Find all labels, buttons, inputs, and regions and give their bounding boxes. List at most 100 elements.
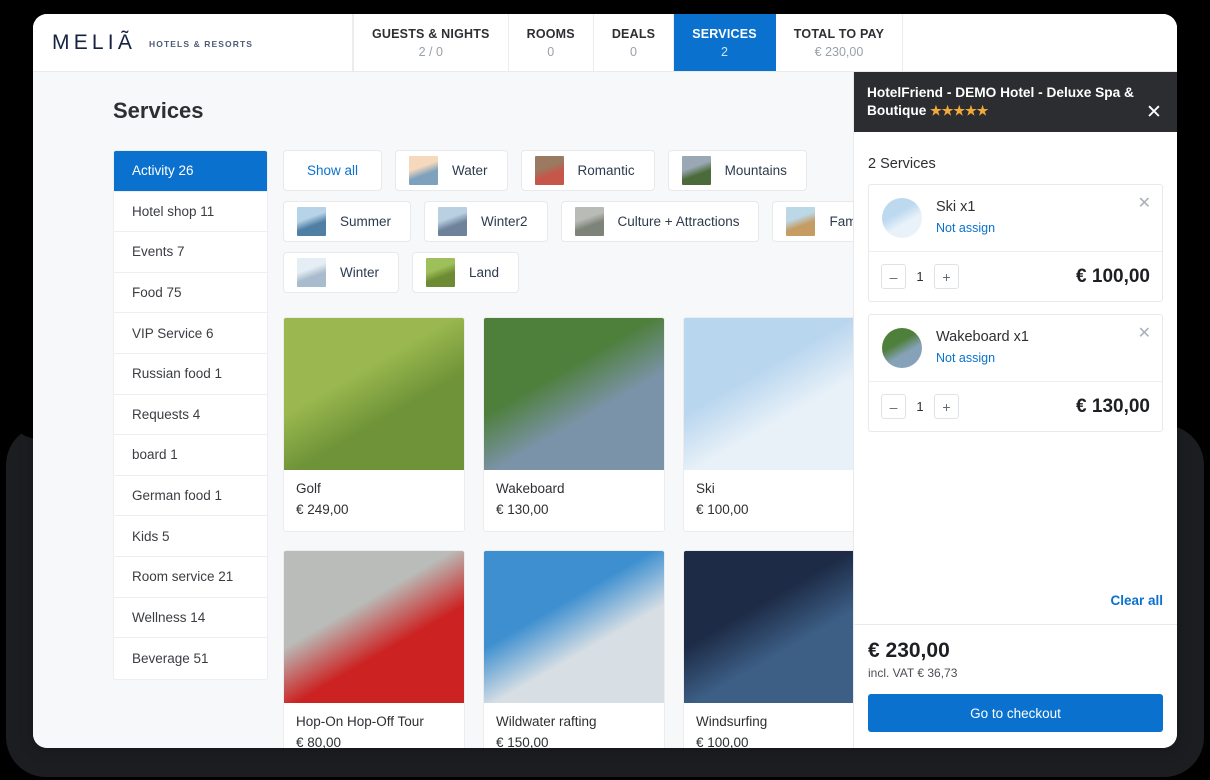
category-item[interactable]: Room service 21 — [114, 557, 267, 598]
service-price: € 130,00 — [496, 502, 549, 517]
cart-item-text: Ski x1 Not assign — [936, 198, 995, 235]
culture-thumb — [574, 207, 604, 236]
tab-value: 2 — [721, 44, 728, 59]
ski-photo — [684, 318, 853, 470]
winter-thumb — [297, 258, 326, 287]
booking-summary-tabs: GUESTS & NIGHTS 2 / 0 ROOMS 0 DEALS 0 SERVICES… — [353, 14, 904, 71]
increase-quantity-button[interactable]: + — [934, 264, 959, 289]
category-item[interactable]: Kids 5 — [114, 516, 267, 557]
service-card-grid: Golf € 249,00 Wakeboard € 130,00 Ski € 100,00… — [283, 317, 853, 748]
mountains-thumb — [681, 156, 711, 185]
service-name: Windsurfing — [696, 714, 768, 729]
remove-item-icon[interactable]: ✕ — [1138, 196, 1151, 212]
filter-chip[interactable]: Mountains — [667, 150, 807, 191]
clear-all-button[interactable]: Clear all — [1110, 593, 1163, 608]
category-item[interactable]: board 1 — [114, 435, 267, 476]
go-to-checkout-button[interactable]: Go to checkout — [868, 694, 1163, 732]
tab-label: ROOMS — [526, 26, 575, 41]
page-title: Services — [113, 98, 204, 123]
category-item[interactable]: Requests 4 — [114, 395, 267, 436]
service-card-meta: Ski € 100,00 — [684, 470, 853, 531]
remove-item-icon[interactable]: ✕ — [1138, 326, 1151, 342]
service-price: € 100,00 — [696, 735, 749, 748]
brand-logo[interactable]: MELIÃ HOTELS & RESORTS — [33, 14, 353, 71]
category-item[interactable]: Wellness 14 — [114, 598, 267, 639]
service-card[interactable]: Hop-On Hop-Off Tour € 80,00 — [283, 550, 465, 748]
category-item[interactable]: Food 75 — [114, 273, 267, 314]
assign-guest-link[interactable]: Not assign — [936, 221, 995, 235]
quantity-stepper: –1 + — [881, 394, 959, 419]
star-rating-icon: ★★★★★ — [930, 103, 989, 118]
service-name: Ski — [696, 481, 715, 496]
category-item[interactable]: Hotel shop 11 — [114, 192, 267, 233]
winter-thumb — [438, 207, 468, 236]
increase-quantity-button[interactable]: + — [934, 394, 959, 419]
category-item[interactable]: Beverage 51 — [114, 638, 267, 679]
filter-chip-label: Water — [452, 163, 488, 178]
golf-photo — [284, 318, 464, 470]
category-item[interactable]: Activity 26 — [114, 151, 267, 192]
cart-item: Ski x1 Not assign ✕ –1 + € 100,00 — [868, 184, 1163, 302]
filter-chip[interactable]: Summer — [283, 201, 412, 242]
category-item[interactable]: Events 7 — [114, 232, 267, 273]
tab-value: 0 — [630, 44, 637, 59]
filter-chip-label: Culture + Attractions — [617, 214, 740, 229]
tab-label: GUESTS & NIGHTS — [372, 26, 490, 41]
service-card[interactable]: Ski € 100,00 — [683, 317, 853, 532]
service-card[interactable]: Wakeboard € 130,00 — [483, 317, 665, 532]
top-header: MELIÃ HOTELS & RESORTS GUESTS & NIGHTS 2 … — [33, 14, 1177, 72]
cart-item-header: Wakeboard x1 Not assign ✕ — [869, 315, 1162, 382]
cart-item-header: Ski x1 Not assign ✕ — [869, 185, 1162, 252]
filter-chip-row: Show all Water Romantic Mountains Summer Wint… — [283, 150, 853, 293]
brand-tagline: HOTELS & RESORTS — [149, 39, 254, 49]
service-name: Hop-On Hop-Off Tour — [296, 714, 424, 729]
filter-chip[interactable]: Romantic — [520, 150, 655, 191]
tab-rooms[interactable]: ROOMS 0 — [509, 14, 594, 71]
service-card[interactable]: Golf € 249,00 — [283, 317, 465, 532]
cart-vat: incl. VAT € 36,73 — [868, 666, 958, 680]
main-content: Services Activity 26 Hotel shop 11 Events … — [33, 72, 853, 748]
cart-footer: € 230,00 incl. VAT € 36,73 Go to checkou… — [854, 624, 1177, 748]
filter-chip[interactable]: Family — [772, 201, 853, 242]
assign-guest-link[interactable]: Not assign — [936, 351, 1029, 365]
filter-chip[interactable]: Winter2 — [424, 201, 548, 242]
category-item[interactable]: Russian food 1 — [114, 354, 267, 395]
close-icon[interactable]: ✕ — [1145, 103, 1163, 122]
cart-item-text: Wakeboard x1 Not assign — [936, 328, 1029, 365]
tab-value: € 230,00 — [814, 44, 864, 59]
filter-chip[interactable]: Culture + Attractions — [560, 201, 760, 242]
content-columns: Activity 26 Hotel shop 11 Events 7 Food 75 V… — [33, 150, 853, 748]
cart-item-price: € 100,00 — [1076, 265, 1150, 287]
service-card[interactable]: Wildwater rafting € 150,00 — [483, 550, 665, 748]
filter-chip-label: Winter2 — [481, 214, 528, 229]
tab-label: SERVICES — [692, 26, 757, 41]
service-name: Wildwater rafting — [496, 714, 597, 729]
category-item[interactable]: German food 1 — [114, 476, 267, 517]
tab-total-to-pay[interactable]: TOTAL TO PAY € 230,00 — [776, 14, 904, 71]
rafting-photo — [484, 551, 664, 703]
service-price: € 150,00 — [496, 735, 549, 748]
service-card-meta: Windsurfing € 100,00 — [684, 703, 853, 748]
cart-item-controls: –1 + € 130,00 — [869, 382, 1162, 431]
filter-chip-label: Show all — [307, 163, 359, 178]
decrease-quantity-button[interactable]: – — [881, 394, 906, 419]
decrease-quantity-button[interactable]: – — [881, 264, 906, 289]
filter-chip[interactable]: Land — [412, 252, 520, 293]
filter-chip-label: Mountains — [724, 163, 787, 178]
filter-chip[interactable]: Show all — [283, 150, 383, 191]
hotel-title: HotelFriend - DEMO Hotel - Deluxe Spa & … — [867, 84, 1163, 120]
filter-chip-label: Land — [469, 265, 500, 280]
tab-guests-nights[interactable]: GUESTS & NIGHTS 2 / 0 — [353, 14, 509, 71]
tab-deals[interactable]: DEALS 0 — [594, 14, 675, 71]
service-card[interactable]: Windsurfing € 100,00 — [683, 550, 853, 748]
filter-chip-label: Romantic — [577, 163, 635, 178]
water-thumb — [409, 156, 439, 185]
cart-item-list: Ski x1 Not assign ✕ –1 + € 100,00 Wakeboard x1… — [854, 184, 1177, 584]
filter-chip-label: Family — [829, 214, 853, 229]
category-item[interactable]: VIP Service 6 — [114, 313, 267, 354]
category-list: Activity 26 Hotel shop 11 Events 7 Food 75 V… — [113, 150, 268, 680]
filter-chip[interactable]: Water — [395, 150, 508, 191]
cart-item: Wakeboard x1 Not assign ✕ –1 + € 130,00 — [868, 314, 1163, 432]
filter-chip[interactable]: Winter — [283, 252, 400, 293]
tab-services[interactable]: SERVICES 2 — [674, 14, 776, 71]
